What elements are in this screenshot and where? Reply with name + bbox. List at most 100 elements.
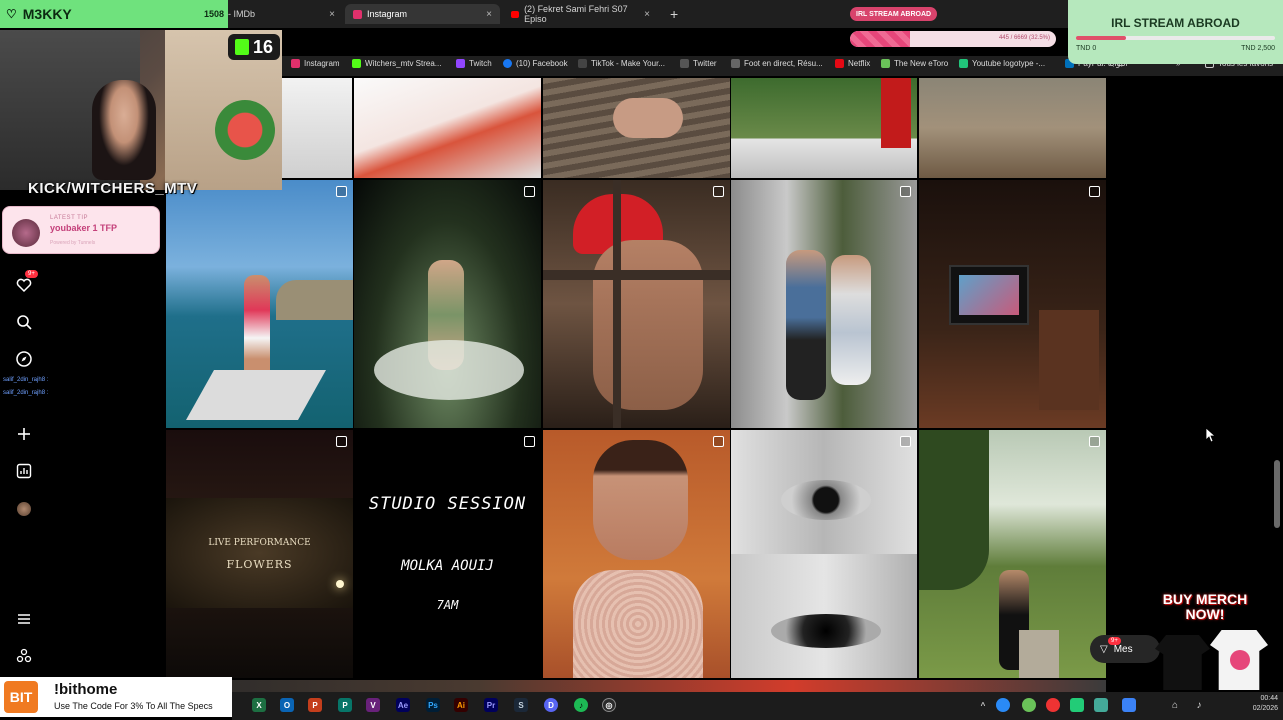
irl-start: TND 0 — [1076, 45, 1097, 52]
tip-text: youbaker 1 TFP — [50, 223, 118, 233]
apps-icon[interactable] — [14, 646, 34, 666]
reel-icon — [1089, 186, 1100, 197]
figure — [613, 98, 683, 138]
studio-session-time: 7AM — [436, 598, 459, 612]
viewer-count-value: 16 — [252, 36, 274, 57]
excel-icon[interactable]: X — [252, 698, 266, 712]
grid-post[interactable]: STUDIO SESSION MOLKA AOUIJ 7AM — [354, 430, 541, 678]
inner-frame — [166, 498, 353, 608]
volume-icon[interactable]: ♪ — [1192, 698, 1206, 712]
tree — [919, 430, 989, 590]
grid-post[interactable] — [919, 78, 1106, 178]
profile-icon[interactable] — [14, 499, 34, 519]
taskbar: X O P P V Ae Ps Ai Pr S D ♪ ◎ ^ ⌂ ♪ 00:4… — [232, 692, 1283, 720]
blanket — [374, 340, 524, 400]
goal-progress-bar: 445 / 6669 (32.5%) — [850, 31, 1056, 47]
irl-end: TND 2,500 — [1241, 45, 1275, 52]
visual-studio-icon[interactable]: V — [366, 698, 380, 712]
clock-date: 02/2026 — [1252, 705, 1278, 712]
live-performance-song: FLOWERS — [226, 558, 293, 571]
spotify-icon[interactable]: ♪ — [574, 698, 588, 712]
boat — [186, 370, 326, 420]
after-effects-icon[interactable]: Ae — [396, 698, 410, 712]
photoshop-icon[interactable]: Ps — [426, 698, 440, 712]
tipper-avatar — [12, 219, 40, 247]
stairs — [1039, 310, 1099, 410]
discord-icon[interactable]: D — [544, 698, 558, 712]
grid-next-row — [166, 680, 1106, 692]
irl-progress-fill — [1076, 36, 1126, 40]
reel-icon — [1089, 436, 1100, 447]
explore-icon[interactable] — [14, 349, 34, 369]
white-shirt — [1210, 630, 1268, 690]
light — [336, 580, 344, 588]
tray-chevron-icon[interactable]: ^ — [976, 698, 990, 712]
grid-post[interactable] — [731, 180, 917, 428]
grid-post[interactable] — [354, 78, 541, 178]
grid-post[interactable] — [919, 180, 1106, 428]
tray-app-icon[interactable] — [1022, 698, 1036, 712]
bithome-logo: BIT — [4, 681, 38, 713]
network-icon[interactable]: ⌂ — [1168, 698, 1182, 712]
outlook-icon[interactable]: O — [280, 698, 294, 712]
reel-icon — [713, 186, 724, 197]
grid-post[interactable] — [282, 78, 352, 178]
irl-goal-title: IRL STREAM ABROAD — [1111, 16, 1240, 30]
bithome-subtitle: Use The Code For 3% To All The Specs — [54, 701, 213, 711]
grid-post[interactable]: LIVE PERFORMANCE FLOWERS — [166, 430, 353, 678]
counter: 1508 — [203, 9, 224, 19]
scrollbar-thumb[interactable] — [1274, 460, 1280, 528]
eye — [771, 614, 881, 648]
live-performance-title: LIVE PERFORMANCE — [208, 538, 311, 548]
monitor-screen — [959, 275, 1019, 315]
dashboard-icon[interactable] — [14, 461, 34, 481]
kick-icon: ♡ — [6, 7, 17, 21]
reel-icon — [336, 436, 347, 447]
bithome-ad: BIT !bithome Use The Code For 3% To All … — [0, 677, 232, 717]
chat-message: salif_2din_rajh8 : — [3, 390, 49, 396]
reel-icon — [524, 186, 535, 197]
premiere-icon[interactable]: Pr — [484, 698, 498, 712]
tray-app-icon[interactable] — [1046, 698, 1060, 712]
studio-session-artist: MOLKA AOUIJ — [401, 558, 494, 574]
bluetooth-icon[interactable] — [1122, 698, 1136, 712]
figure — [831, 255, 871, 385]
merch-callout: BUY MERCH NOW! — [1162, 591, 1248, 622]
heart-icon[interactable]: 9+ — [14, 270, 38, 295]
grid-post[interactable] — [543, 180, 730, 428]
powerpoint-icon[interactable]: P — [308, 698, 322, 712]
messages-label: Mes — [1113, 643, 1133, 655]
fence-bar — [613, 180, 621, 428]
eye-panel — [731, 430, 917, 554]
grid-post[interactable] — [919, 430, 1106, 678]
mouse-cursor-icon — [1205, 427, 1217, 447]
browser-icon[interactable]: ◎ — [602, 698, 616, 712]
grid-post[interactable] — [731, 78, 917, 178]
path — [1019, 630, 1059, 678]
tray-app-icon[interactable] — [1094, 698, 1108, 712]
eye — [781, 480, 871, 520]
tray-app-icon[interactable] — [1070, 698, 1084, 712]
instagram-sidebar: 9+ salif_2din_rajh8 : salif_2din_rajh8 : — [0, 255, 52, 675]
grid-post[interactable] — [166, 180, 353, 428]
reel-icon — [524, 436, 535, 447]
grid-post[interactable] — [731, 430, 917, 678]
reel-icon — [900, 186, 911, 197]
grid-post[interactable] — [543, 78, 730, 178]
send-icon: ▽ — [1100, 643, 1108, 655]
black-shirt — [1155, 635, 1210, 690]
plus-icon[interactable] — [14, 424, 34, 444]
search-icon[interactable] — [14, 312, 34, 332]
illustrator-icon[interactable]: Ai — [454, 698, 468, 712]
merch-shirts — [1150, 630, 1270, 692]
grid-post[interactable] — [354, 180, 541, 428]
steam-icon[interactable]: S — [514, 698, 528, 712]
shirt-print — [1230, 650, 1250, 670]
eye-panel — [731, 554, 917, 678]
face — [593, 240, 703, 410]
grid-post[interactable] — [543, 430, 730, 678]
tray-app-icon[interactable] — [996, 698, 1010, 712]
publisher-icon[interactable]: P — [338, 698, 352, 712]
reel-icon — [713, 436, 724, 447]
menu-icon[interactable] — [14, 609, 34, 629]
